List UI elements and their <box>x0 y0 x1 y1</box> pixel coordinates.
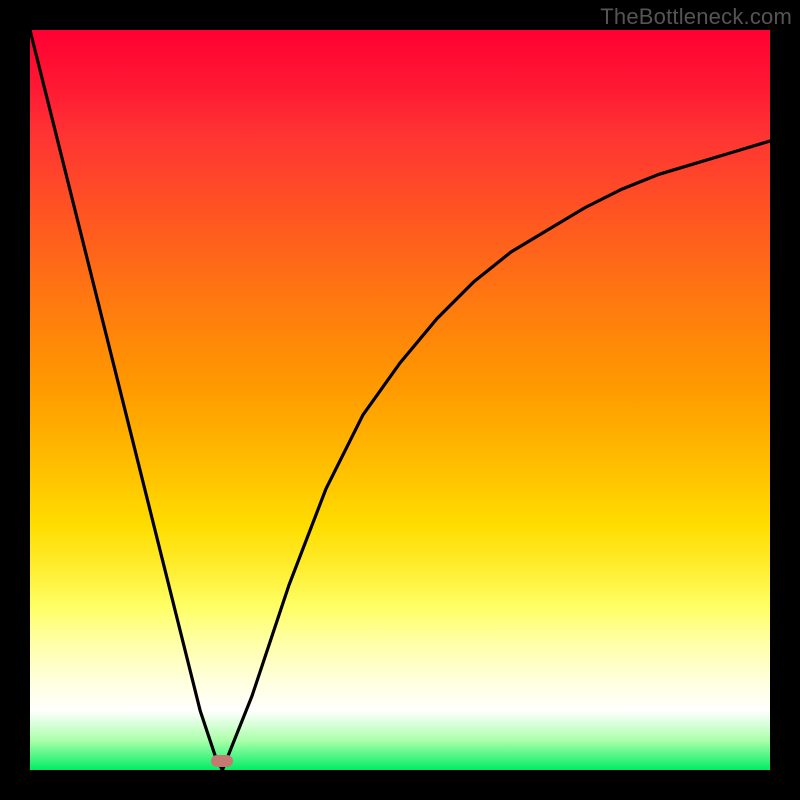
minimum-marker <box>211 755 233 767</box>
chart-stage: TheBottleneck.com <box>0 0 800 800</box>
curve-left-branch <box>30 30 222 770</box>
plot-area <box>30 30 770 770</box>
curve-svg <box>30 30 770 770</box>
watermark-text: TheBottleneck.com <box>600 4 792 30</box>
curve-right-branch <box>222 141 770 770</box>
